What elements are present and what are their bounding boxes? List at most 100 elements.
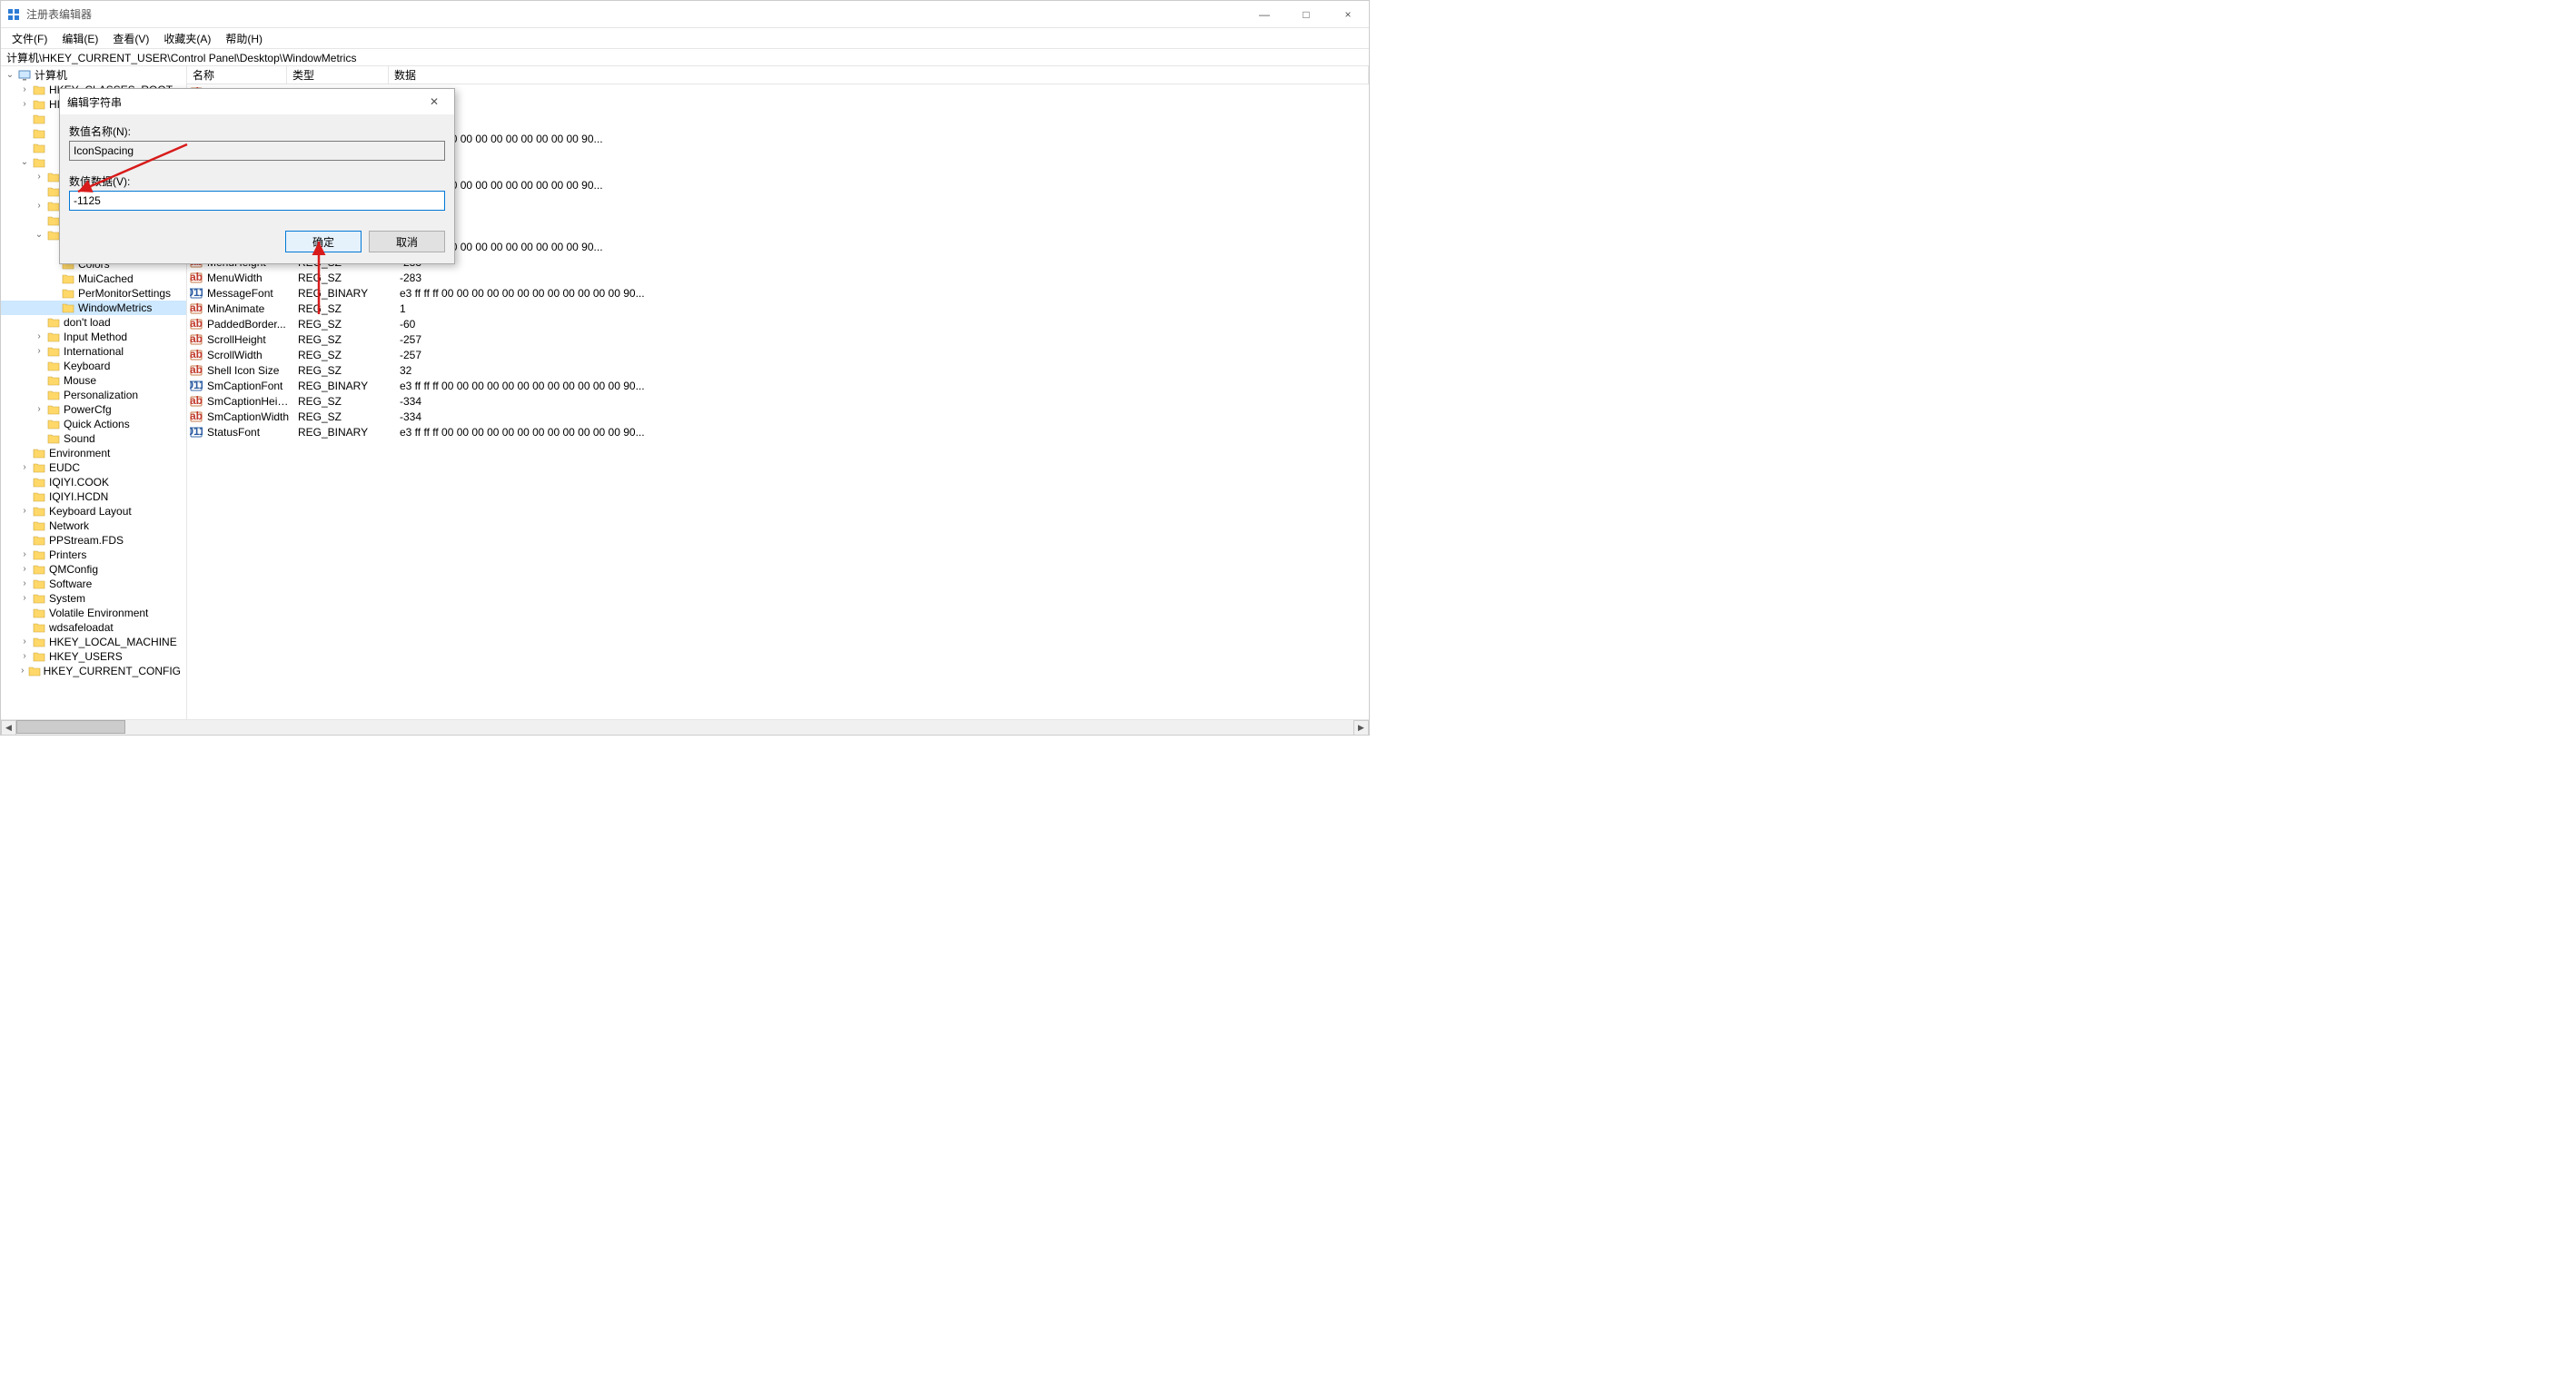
folder-icon [32, 608, 46, 619]
dialog-titlebar[interactable]: 编辑字符串 ✕ [60, 89, 454, 114]
tree-node-label: Software [49, 577, 92, 591]
chevron-right-icon[interactable]: › [17, 504, 32, 519]
chevron-right-icon[interactable]: › [17, 591, 32, 606]
tree-node[interactable]: ›HKEY_USERS [1, 649, 186, 664]
tree-node[interactable]: ›Keyboard Layout [1, 504, 186, 519]
tree-node[interactable]: ·WindowMetrics [1, 301, 186, 315]
minimize-button[interactable]: — [1243, 1, 1285, 28]
close-button[interactable]: × [1327, 1, 1369, 28]
value-row[interactable]: abPaddedBorder...REG_SZ-60 [187, 316, 1369, 331]
chevron-right-icon[interactable]: › [17, 83, 32, 97]
tree-node-label: PowerCfg [64, 402, 112, 417]
tree-node[interactable]: ›Input Method [1, 330, 186, 344]
tree-node[interactable]: ·MuiCached [1, 272, 186, 286]
menu-file[interactable]: 文件(F) [5, 29, 54, 48]
value-row[interactable]: 011SmCaptionFontREG_BINARYe3 ff ff ff 00… [187, 378, 1369, 393]
tree-node[interactable]: ·Keyboard [1, 359, 186, 373]
value-name: MenuWidth [207, 272, 294, 284]
value-name: SmCaptionFont [207, 380, 294, 392]
tree-node[interactable]: ·IQIYI.COOK [1, 475, 186, 489]
folder-icon [32, 520, 46, 532]
value-row[interactable]: abMinAnimateREG_SZ1 [187, 301, 1369, 316]
tree-node[interactable]: ·PerMonitorSettings [1, 286, 186, 301]
chevron-right-icon[interactable]: › [17, 97, 32, 112]
tree-node[interactable]: ·wdsafeloadat [1, 620, 186, 635]
tree-node[interactable]: ›Printers [1, 548, 186, 562]
value-data: 32 [396, 364, 1369, 377]
string-value-icon: ab [189, 271, 203, 285]
chevron-down-icon[interactable]: ⌄ [3, 68, 17, 83]
tree-node[interactable]: ·Volatile Environment [1, 606, 186, 620]
column-type[interactable]: 类型 [287, 66, 389, 84]
chevron-right-icon[interactable]: › [17, 664, 28, 678]
tree-node[interactable]: ·Network [1, 519, 186, 533]
value-row[interactable]: abShell Icon SizeREG_SZ32 [187, 362, 1369, 378]
folder-icon [46, 390, 61, 401]
column-name[interactable]: 名称 [187, 66, 287, 84]
value-row[interactable]: abScrollWidthREG_SZ-257 [187, 347, 1369, 362]
value-row[interactable]: abSmCaptionHeig...REG_SZ-334 [187, 393, 1369, 409]
scroll-right-arrow-icon[interactable]: ▶ [1353, 720, 1369, 736]
chevron-right-icon[interactable]: › [17, 635, 32, 649]
menu-edit[interactable]: 编辑(E) [54, 29, 105, 48]
value-row[interactable]: abMenuWidthREG_SZ-283 [187, 270, 1369, 285]
chevron-right-icon[interactable]: › [32, 199, 46, 213]
tree-node[interactable]: ·Environment [1, 446, 186, 460]
horizontal-scrollbar[interactable]: ◀ ▶ [1, 719, 1369, 735]
tree-node[interactable]: › System [1, 591, 186, 606]
scroll-thumb[interactable] [16, 720, 125, 734]
chevron-right-icon[interactable]: › [32, 330, 46, 344]
tree-node[interactable]: ·don't load [1, 315, 186, 330]
scroll-track[interactable] [16, 720, 1353, 735]
value-data: e3 ff ff ff 00 00 00 00 00 00 00 00 00 0… [396, 380, 1369, 392]
menu-favorites[interactable]: 收藏夹(A) [156, 29, 218, 48]
titlebar[interactable]: 注册表编辑器 — □ × [1, 1, 1369, 28]
tree-node-label: EUDC [49, 460, 80, 475]
chevron-right-icon[interactable]: › [32, 170, 46, 184]
tree-node[interactable]: ·Sound [1, 431, 186, 446]
value-row[interactable]: abSmCaptionWidthREG_SZ-334 [187, 409, 1369, 424]
tree-node[interactable]: › PowerCfg [1, 402, 186, 417]
tree-node[interactable]: ⌄计算机 [1, 68, 186, 83]
folder-icon [32, 114, 46, 125]
menu-help[interactable]: 帮助(H) [218, 29, 270, 48]
scroll-left-arrow-icon[interactable]: ◀ [1, 720, 16, 736]
chevron-right-icon[interactable]: › [17, 460, 32, 475]
address-text: 计算机\HKEY_CURRENT_USER\Control Panel\Desk… [6, 50, 356, 65]
column-data[interactable]: 数据 [389, 66, 1369, 84]
tree-node[interactable]: ·Mouse [1, 373, 186, 388]
folder-icon [46, 375, 61, 387]
chevron-right-icon[interactable]: › [17, 548, 32, 562]
value-row[interactable]: 011MessageFontREG_BINARYe3 ff ff ff 00 0… [187, 285, 1369, 301]
cancel-button[interactable]: 取消 [369, 231, 445, 252]
chevron-right-icon[interactable]: › [32, 344, 46, 359]
tree-node[interactable]: ›HKEY_CURRENT_CONFIG [1, 664, 186, 678]
chevron-down-icon[interactable]: ⌄ [32, 228, 46, 242]
tree-node[interactable]: ›HKEY_LOCAL_MACHINE [1, 635, 186, 649]
value-name-input[interactable] [69, 141, 445, 161]
ok-button[interactable]: 确定 [285, 231, 362, 252]
value-row[interactable]: 011StatusFontREG_BINARYe3 ff ff ff 00 00… [187, 424, 1369, 440]
tree-node[interactable]: › Software [1, 577, 186, 591]
address-bar[interactable]: 计算机\HKEY_CURRENT_USER\Control Panel\Desk… [1, 48, 1369, 66]
tree-node[interactable]: ·Quick Actions [1, 417, 186, 431]
menu-view[interactable]: 查看(V) [105, 29, 156, 48]
chevron-right-icon[interactable]: › [17, 577, 32, 591]
chevron-right-icon[interactable]: › [17, 562, 32, 577]
tree-node-label: International [64, 344, 124, 359]
chevron-down-icon[interactable]: ⌄ [17, 155, 32, 170]
value-row[interactable]: abScrollHeightREG_SZ-257 [187, 331, 1369, 347]
tree-node-label: System [49, 591, 85, 606]
maximize-button[interactable]: □ [1285, 1, 1327, 28]
tree-node[interactable]: ·IQIYI.HCDN [1, 489, 186, 504]
tree-node[interactable]: ·Personalization [1, 388, 186, 402]
chevron-right-icon[interactable]: › [17, 649, 32, 664]
tree-node-label: Mouse [64, 373, 96, 388]
tree-node[interactable]: › EUDC [1, 460, 186, 475]
tree-node[interactable]: ›QMConfig [1, 562, 186, 577]
tree-node[interactable]: ·PPStream.FDS [1, 533, 186, 548]
chevron-right-icon[interactable]: › [32, 402, 46, 417]
value-data-input[interactable] [69, 191, 445, 211]
tree-node[interactable]: › International [1, 344, 186, 359]
dialog-close-button[interactable]: ✕ [421, 89, 447, 114]
